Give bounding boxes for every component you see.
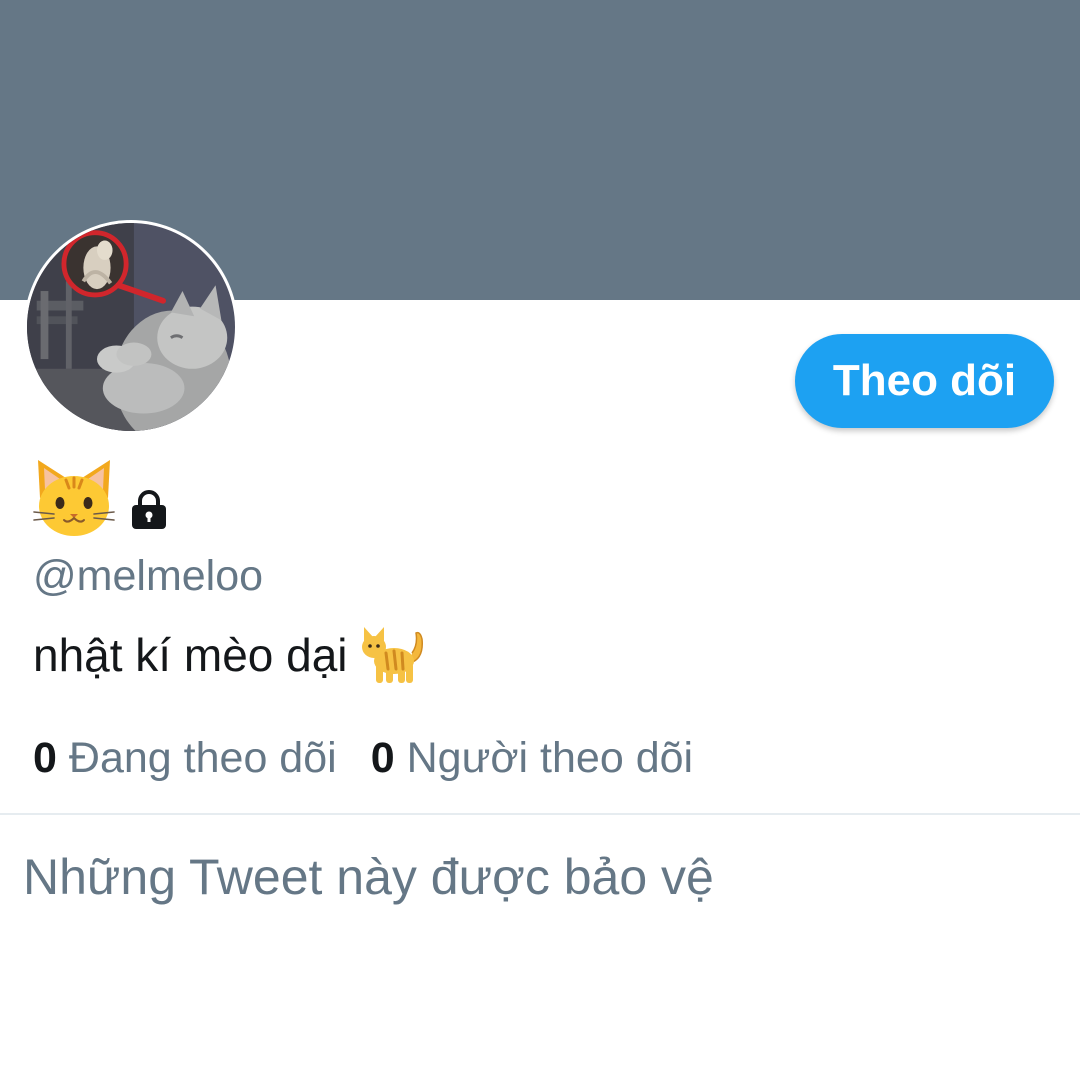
- lock-icon: [132, 490, 166, 529]
- divider: [0, 813, 1080, 815]
- cat-emoji-icon: [361, 627, 423, 683]
- cat-face-emoji-icon: [33, 460, 115, 536]
- following-label: Đang theo dõi: [68, 734, 337, 782]
- avatar-image: [27, 223, 235, 431]
- avatar[interactable]: [24, 220, 238, 434]
- protected-tweets-notice: Những Tweet này được bảo vệ: [23, 849, 714, 905]
- followers-label: Người theo dõi: [406, 734, 694, 782]
- bio-text: nhật kí mèo dại: [33, 629, 348, 681]
- follow-button[interactable]: Theo dõi: [795, 334, 1054, 428]
- username-handle: @melmeloo: [33, 552, 264, 600]
- profile-page: Theo dõi @melmeloo nhật kí mèo dại 0 Đan…: [0, 0, 1080, 1080]
- following-stat[interactable]: 0 Đang theo dõi: [33, 730, 337, 786]
- followers-count: 0: [370, 734, 395, 782]
- follow-stats: 0 Đang theo dõi 0 Người theo dõi: [33, 728, 693, 788]
- followers-stat[interactable]: 0 Người theo dõi: [371, 730, 693, 786]
- bio-row: nhật kí mèo dại: [33, 622, 428, 688]
- following-count: 0: [33, 734, 57, 782]
- display-name: [32, 452, 170, 544]
